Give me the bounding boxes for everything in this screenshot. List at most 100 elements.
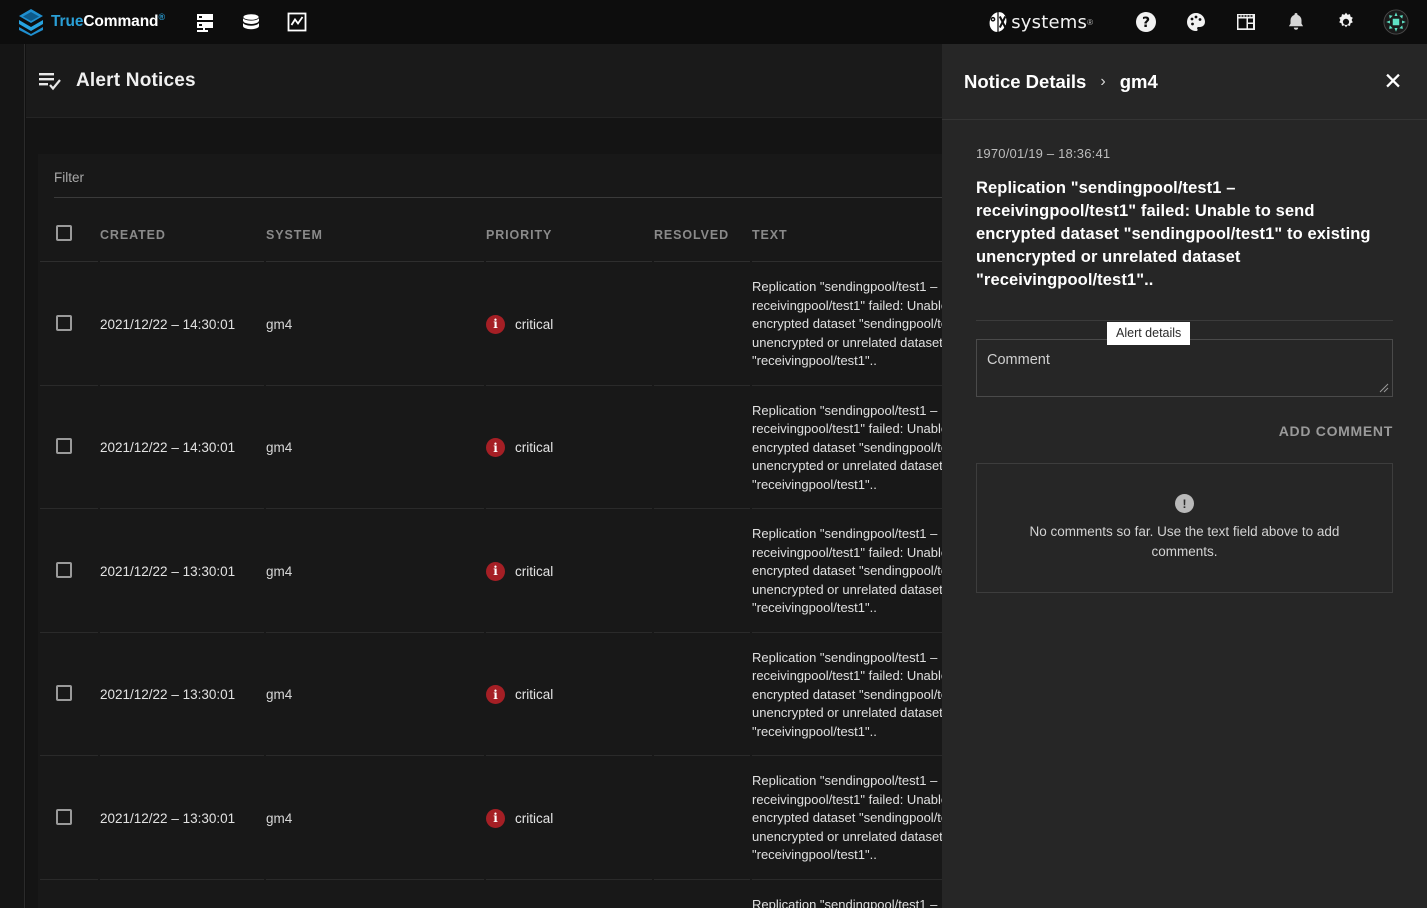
cell-priority: icritical [486,264,652,386]
top-nav-icons [193,10,309,34]
cell-system: gm4 [266,882,484,908]
filter-input-field[interactable]: Filter [54,170,942,198]
no-comments-text: No comments so far. Use the text field a… [1010,522,1360,562]
cell-resolved [654,388,750,510]
systems-icon[interactable] [193,10,217,34]
text-value: Replication "sendingpool/test1 – receivi… [752,649,942,742]
column-header-priority[interactable]: PRIORITY [486,208,652,262]
priority-info-icon: i [486,685,505,704]
cell-created: 2021/12/22 – 13:30:01 [100,758,264,880]
help-icon-glyph: ? [1134,10,1158,34]
text-value: Replication "sendingpool/test1 – receivi… [752,278,942,371]
add-comment-button[interactable]: ADD COMMENT [1279,423,1393,439]
row-select-cell [40,264,98,386]
cell-resolved [654,264,750,386]
column-header-created[interactable]: CREATED [100,208,264,262]
brand-logo-link[interactable]: TrueCommand® [18,8,165,36]
table-body: 2021/12/22 – 14:30:01 gm4 i critical Replica… [40,264,942,908]
cell-text: Replication "sendingpool/test1 – receivi… [752,511,942,633]
created-value: 2021/12/22 – 14:30:01 [100,317,235,332]
close-icon[interactable]: ✕ [1381,70,1405,93]
dashboard-layout-icon[interactable] [1233,9,1259,35]
system-value: gm4 [266,564,292,579]
settings-gear-icon-glyph [1334,10,1358,34]
system-value: gm4 [266,687,292,702]
row-checkbox[interactable] [56,809,72,825]
panel-header: Notice Details › gm4 ✕ [942,44,1427,120]
table-row[interactable]: 2021/12/22 – 13:30:01gm4 icritical Replica… [40,635,942,757]
select-all-header [40,208,98,262]
ixsystems-logo: systems® [987,11,1093,33]
system-value: gm4 [266,317,292,332]
theme-palette-icon[interactable] [1183,9,1209,35]
column-header-system[interactable]: SYSTEM [266,208,484,262]
priority-label: critical [515,317,553,332]
row-checkbox[interactable] [56,438,72,454]
cell-text: Replication "sendingpool/test1 – receivi… [752,758,942,880]
priority-label: critical [515,811,553,826]
brand-text-command: Command [83,14,158,31]
table-head: CREATED SYSTEM PRIORITY RESOLVED TEXT [40,208,942,262]
priority-badge-group: icritical [486,438,652,457]
priority-badge-group: icritical [486,809,652,828]
brand-text-true: True [51,14,83,31]
table-row[interactable]: 2021/12/22 – 13:30:01gm4 icritical Replica… [40,758,942,880]
ixsystems-wordmark: systems [1011,12,1087,33]
created-value: 2021/12/22 – 13:30:01 [100,564,235,579]
cell-system: gm4 [266,388,484,510]
panel-title: Notice Details [964,71,1086,93]
priority-label: critical [515,564,553,579]
panel-body: 1970/01/19 – 18:36:41 Replication "sendi… [942,120,1427,593]
row-select-cell [40,635,98,757]
notifications-bell-icon[interactable] [1283,9,1309,35]
table-row[interactable]: 2021/12/22 – 13:30:01gm4icriticalReplica… [40,882,942,908]
resize-handle-icon[interactable] [1379,383,1389,393]
select-all-checkbox[interactable] [56,225,72,241]
settings-gear-icon[interactable] [1333,9,1359,35]
ixsystems-mark-icon [987,11,1009,33]
text-value: Replication "sendingpool/test1 – receivi… [752,772,942,865]
truecommand-logo-icon [18,8,44,36]
comment-input[interactable]: Comment Alert details [976,339,1393,397]
row-checkbox[interactable] [56,562,72,578]
reports-icon-glyph [286,11,308,33]
page-header: Alert Notices [26,44,942,118]
chevron-right-icon: › [1100,73,1105,91]
table-header-row: CREATED SYSTEM PRIORITY RESOLVED TEXT [40,208,942,262]
cell-system: gm4 [266,511,484,633]
storage-icon[interactable] [239,10,263,34]
column-header-resolved[interactable]: RESOLVED [654,208,750,262]
priority-badge-group: icritical [486,685,652,704]
row-checkbox[interactable] [56,315,72,331]
row-checkbox[interactable] [56,685,72,701]
panel-subject: gm4 [1120,71,1158,93]
alert-list-icon[interactable] [38,69,62,93]
user-avatar[interactable] [1383,9,1409,35]
help-icon[interactable]: ? [1133,9,1159,35]
notice-timestamp: 1970/01/19 – 18:36:41 [976,146,1393,161]
system-value: gm4 [266,440,292,455]
table-row[interactable]: 2021/12/22 – 14:30:01 gm4 icritical Replica… [40,264,942,386]
page-title: Alert Notices [76,70,196,92]
cell-priority: i critical [486,511,652,633]
column-header-text[interactable]: TEXT [752,208,942,262]
cell-text: Replication "sendingpool/test1 – receivi… [752,635,942,757]
row-select-cell [40,882,98,908]
filter-label: Filter [54,170,942,185]
row-select-cell [40,511,98,633]
row-select-cell [40,758,98,880]
table-row[interactable]: 2021/12/22 – 14:30:01gm4icriticalReplica… [40,388,942,510]
cell-system: gm4 [266,264,484,386]
alert-notices-table: CREATED SYSTEM PRIORITY RESOLVED TEXT 20… [38,206,942,908]
table-row[interactable]: 2021/12/22 – 13:30:01 gm4 i critical Replica… [40,511,942,633]
reports-icon[interactable] [285,10,309,34]
svg-text:?: ? [1142,15,1150,31]
priority-info-icon: i [486,562,505,581]
cell-created: 2021/12/22 – 13:30:01 [100,635,264,757]
filter-row: Filter [38,154,942,206]
panel-divider [976,320,1393,321]
left-rail [0,44,25,908]
text-value: Replication "sendingpool/test1 – receivi… [752,402,942,495]
cell-priority: icritical [486,882,652,908]
system-value: gm4 [266,811,292,826]
